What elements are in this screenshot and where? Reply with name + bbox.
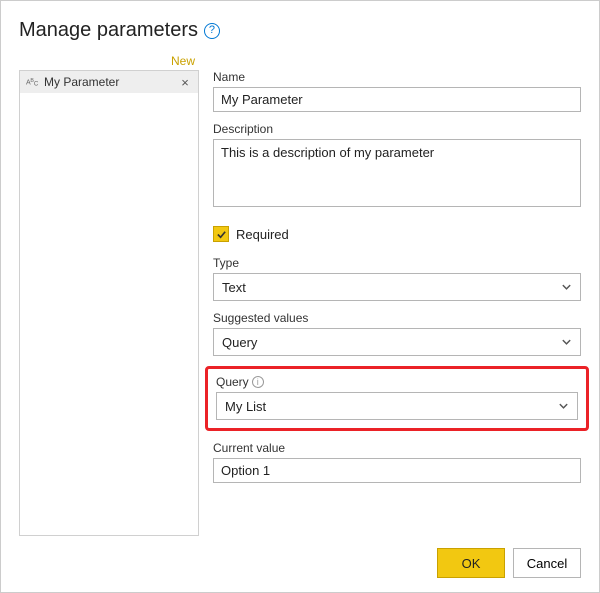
- chevron-down-icon: [561, 337, 572, 348]
- suggested-values-select[interactable]: Query: [213, 328, 581, 356]
- description-label: Description: [213, 122, 581, 136]
- parameter-form: Name Description This is a description o…: [213, 52, 581, 536]
- text-type-icon: ABC: [26, 75, 40, 89]
- query-select-value: My List: [225, 399, 266, 414]
- suggested-values-field-group: Suggested values Query: [213, 311, 581, 356]
- chevron-down-icon: [561, 282, 572, 293]
- svg-text:C: C: [34, 81, 39, 88]
- required-checkbox[interactable]: [213, 226, 229, 242]
- required-label: Required: [236, 227, 289, 242]
- current-value-field-group: Current value: [213, 441, 581, 483]
- query-label-row: Query i: [216, 375, 578, 389]
- type-select-value: Text: [222, 280, 246, 295]
- new-parameter-row: New: [19, 52, 199, 70]
- manage-parameters-dialog: Manage parameters ? New ABC My Parameter…: [1, 1, 599, 592]
- type-label: Type: [213, 256, 581, 270]
- info-icon[interactable]: i: [252, 376, 264, 388]
- name-field-group: Name: [213, 70, 581, 112]
- query-select[interactable]: My List: [216, 392, 578, 420]
- name-input[interactable]: [213, 87, 581, 112]
- remove-parameter-icon[interactable]: ×: [178, 76, 192, 89]
- query-field-group: Query i My List: [205, 366, 589, 431]
- name-label: Name: [213, 70, 581, 84]
- dialog-title: Manage parameters: [19, 19, 198, 42]
- suggested-values-select-value: Query: [222, 335, 257, 350]
- description-textarea[interactable]: This is a description of my parameter: [213, 139, 581, 207]
- new-parameter-link[interactable]: New: [171, 54, 195, 68]
- current-value-input[interactable]: [213, 458, 581, 483]
- parameter-list-item[interactable]: ABC My Parameter ×: [20, 71, 198, 93]
- type-field-group: Type Text: [213, 256, 581, 301]
- dialog-body: New ABC My Parameter × Name Description: [19, 52, 581, 536]
- help-icon[interactable]: ?: [204, 23, 220, 39]
- type-select[interactable]: Text: [213, 273, 581, 301]
- chevron-down-icon: [558, 401, 569, 412]
- current-value-label: Current value: [213, 441, 581, 455]
- query-label: Query: [216, 375, 249, 389]
- cancel-button[interactable]: Cancel: [513, 548, 581, 578]
- parameter-list: ABC My Parameter ×: [19, 70, 199, 536]
- dialog-header: Manage parameters ?: [19, 19, 581, 42]
- description-field-group: Description This is a description of my …: [213, 122, 581, 210]
- dialog-footer: OK Cancel: [19, 548, 581, 578]
- required-field-group: Required: [213, 226, 581, 242]
- suggested-values-label: Suggested values: [213, 311, 581, 325]
- parameter-sidebar: New ABC My Parameter ×: [19, 52, 199, 536]
- parameter-item-label: My Parameter: [44, 75, 174, 89]
- ok-button[interactable]: OK: [437, 548, 505, 578]
